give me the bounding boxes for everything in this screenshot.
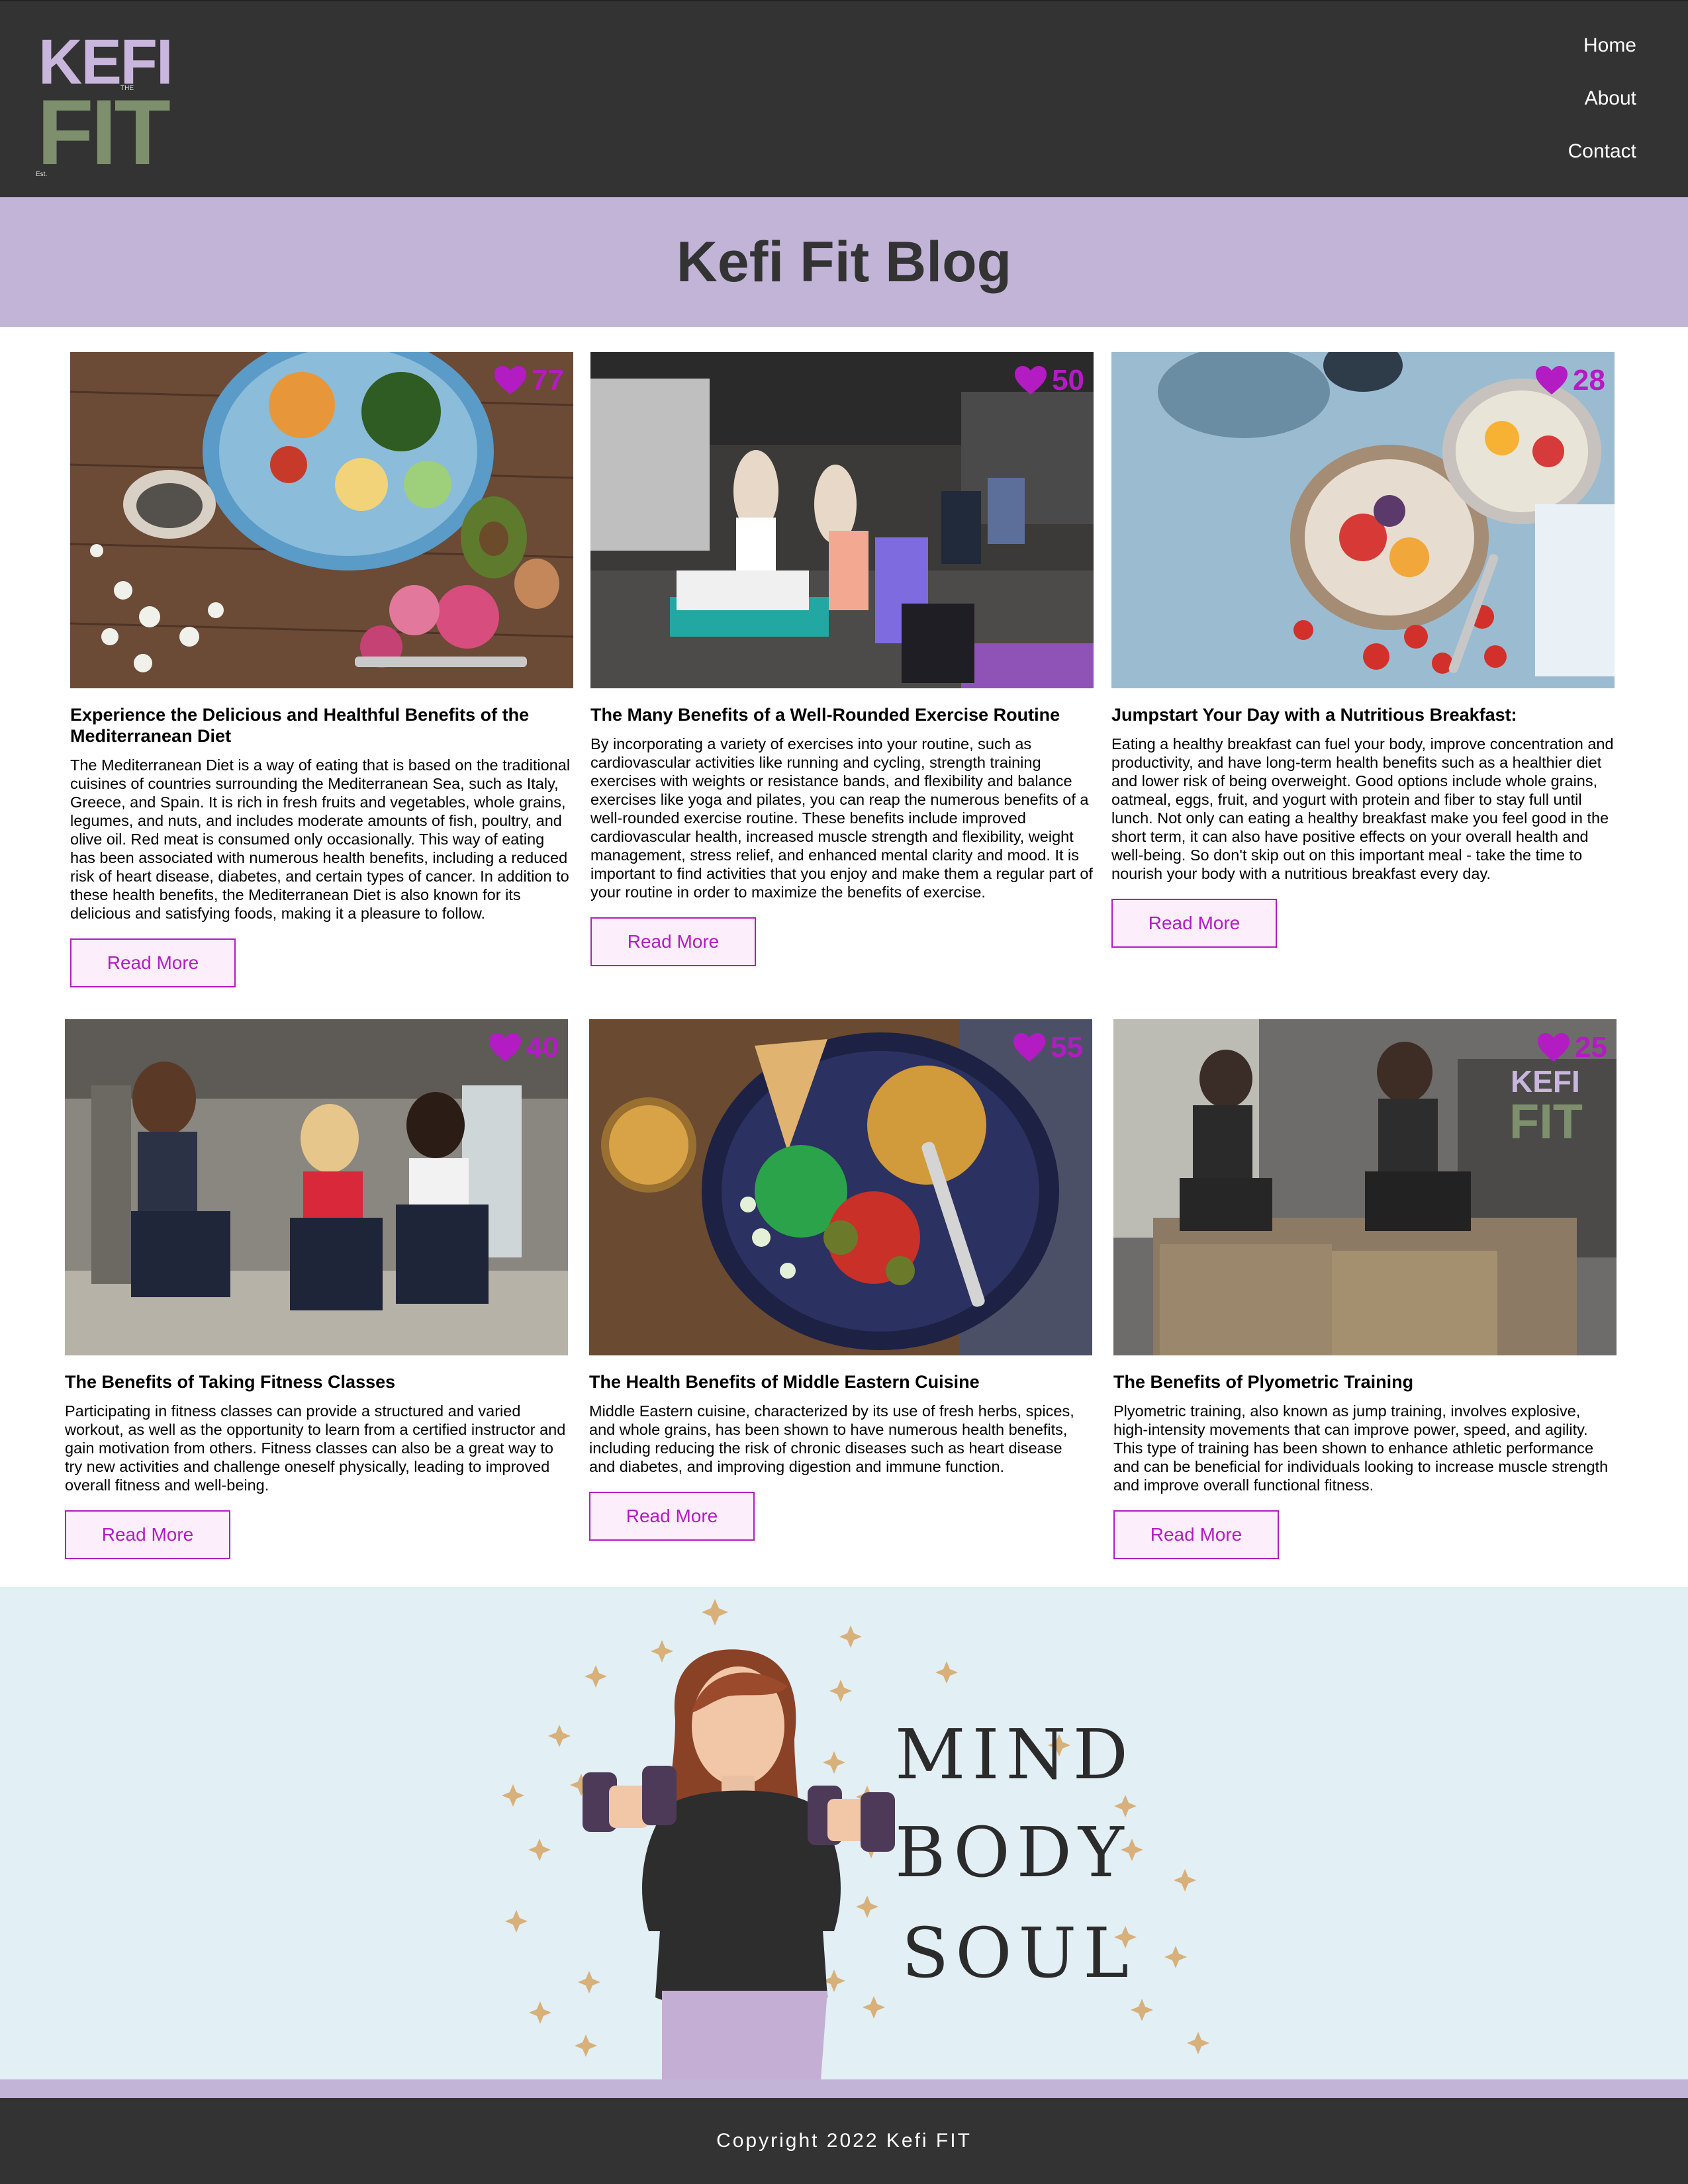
kefi-fit-logo[interactable]: KEFI THE FIT Est. [33, 21, 179, 180]
post-image-plyometric[interactable]: KEFI FIT 25 [1113, 1019, 1617, 1355]
like-count: 28 [1573, 364, 1605, 396]
read-more-button[interactable]: Read More [65, 1510, 230, 1559]
post-image-middle-eastern[interactable]: 55 [589, 1019, 1092, 1355]
logo-text-bottom: FIT [37, 80, 171, 184]
post-title: The Benefits of Plyometric Training [1113, 1372, 1414, 1392]
like-counter[interactable]: 55 [1012, 1031, 1083, 1064]
blog-card: 55 The Health Benefits of Middle Eastern… [589, 1019, 1092, 1541]
site-footer: Copyright 2022 Kefi FIT [0, 2098, 1688, 2184]
read-more-button[interactable]: Read More [70, 938, 236, 987]
like-count: 40 [526, 1031, 559, 1064]
blog-card: 77 Experience the Delicious and Healthfu… [70, 352, 573, 987]
blog-card: 28 Jumpstart Your Day with a Nutritious … [1111, 352, 1615, 948]
heart-icon [488, 1032, 522, 1063]
like-counter[interactable]: 28 [1534, 364, 1605, 397]
like-count: 50 [1052, 364, 1084, 396]
heart-icon [1012, 1032, 1047, 1063]
woman-dumbbells-illustration [583, 1649, 895, 2079]
nav-home-link[interactable]: Home [1568, 32, 1636, 85]
logo-small-text: Est. [36, 171, 48, 178]
mind-body-soul-hero: MIND BODY SOUL [0, 1587, 1688, 2079]
like-counter[interactable]: 50 [1013, 364, 1084, 397]
like-count: 25 [1575, 1031, 1607, 1064]
copyright-text: Copyright 2022 Kefi FIT [716, 2130, 972, 2152]
read-more-button[interactable]: Read More [590, 917, 756, 966]
post-excerpt: Middle Eastern cuisine, characterized by… [589, 1402, 1074, 1475]
post-excerpt: Plyometric training, also known as jump … [1113, 1402, 1609, 1494]
read-more-button[interactable]: Read More [589, 1492, 755, 1541]
blog-card: 40 The Benefits of Taking Fitness Classe… [65, 1019, 568, 1559]
hero-word-soul: SOUL [902, 1913, 1136, 1993]
post-title: The Benefits of Taking Fitness Classes [65, 1372, 396, 1392]
like-counter[interactable]: 25 [1536, 1031, 1607, 1064]
blog-card: 50 The Many Benefits of a Well-Rounded E… [590, 352, 1094, 966]
like-count: 55 [1051, 1031, 1083, 1064]
page-title: Kefi Fit Blog [676, 230, 1012, 294]
post-title: The Health Benefits of Middle Eastern Cu… [589, 1372, 980, 1392]
main-nav: Home About Contact [1568, 32, 1636, 191]
like-counter[interactable]: 77 [493, 364, 564, 397]
blog-card: KEFI FIT 25 The Benefits of Plyometric T… [1113, 1019, 1617, 1559]
post-excerpt: Participating in fitness classes can pro… [65, 1402, 566, 1494]
nav-contact-link[interactable]: Contact [1568, 138, 1636, 191]
heart-icon [493, 365, 528, 396]
post-image-fitness-classes[interactable]: 40 [65, 1019, 568, 1355]
post-title: The Many Benefits of a Well-Rounded Exer… [590, 705, 1060, 725]
read-more-button[interactable]: Read More [1111, 899, 1277, 948]
post-image-mediterranean[interactable]: 77 [70, 352, 573, 688]
post-image-exercise[interactable]: 50 [590, 352, 1094, 688]
post-excerpt: By incorporating a variety of exercises … [590, 735, 1093, 901]
post-excerpt: Eating a healthy breakfast can fuel your… [1111, 735, 1614, 882]
heart-icon [1536, 1032, 1571, 1063]
nav-about-link[interactable]: About [1568, 85, 1636, 138]
watermark-logo-bottom: FIT [1509, 1094, 1583, 1149]
hero-word-mind: MIND [895, 1714, 1135, 1795]
read-more-button[interactable]: Read More [1113, 1510, 1279, 1559]
heart-icon [1013, 365, 1048, 396]
like-counter[interactable]: 40 [488, 1031, 559, 1064]
post-title: Experience the Delicious and Healthful B… [70, 705, 530, 746]
title-band: Kefi Fit Blog [0, 197, 1688, 327]
post-image-breakfast[interactable]: 28 [1111, 352, 1615, 688]
post-title: Jumpstart Your Day with a Nutritious Bre… [1111, 705, 1517, 725]
heart-icon [1534, 365, 1569, 396]
like-count: 77 [532, 364, 564, 396]
hero-word-body: BODY [895, 1812, 1131, 1893]
site-header: KEFI THE FIT Est. Home About Contact [0, 0, 1688, 197]
post-excerpt: The Mediterranean Diet is a way of eatin… [70, 756, 571, 922]
footer-accent-strip [0, 2079, 1688, 2098]
